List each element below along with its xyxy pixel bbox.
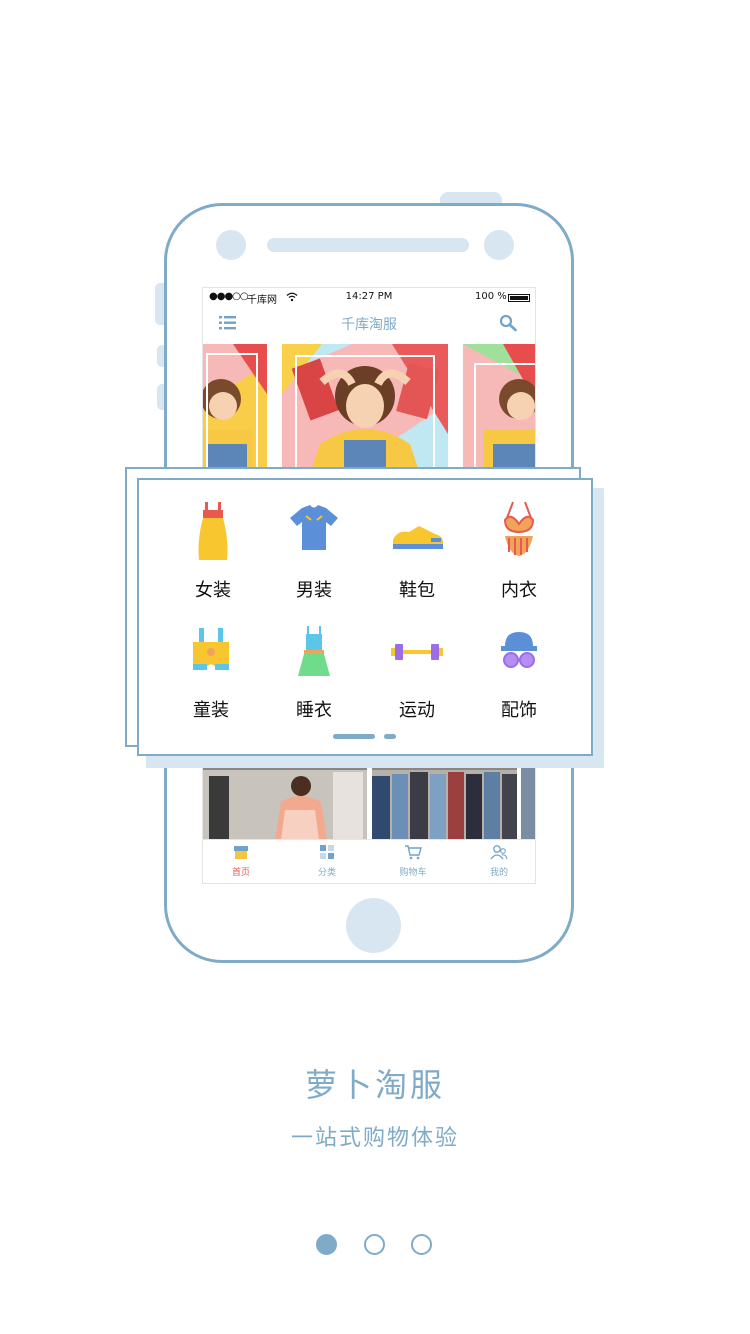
shoe-icon <box>393 526 443 549</box>
product-thumb[interactable] <box>521 758 535 840</box>
tab-label: 分类 <box>317 868 336 878</box>
tab-category[interactable]: 分类 <box>297 844 357 878</box>
tab-label: 我的 <box>489 868 508 878</box>
banner-slide-main[interactable] <box>282 344 448 474</box>
cart-icon <box>405 845 422 860</box>
grid-icon <box>320 845 334 859</box>
tab-home[interactable]: 首页 <box>211 844 271 878</box>
hat-glasses-icon <box>501 632 537 668</box>
product-thumb[interactable] <box>372 758 517 840</box>
dress-icon <box>198 502 228 560</box>
dumbbell-icon <box>391 644 443 660</box>
kids-overall-icon <box>193 628 229 670</box>
category-sports[interactable]: 运动 <box>367 620 467 722</box>
tab-label: 购物车 <box>399 868 427 878</box>
category-sleepwear[interactable]: 睡衣 <box>264 620 364 722</box>
category-label: 鞋包 <box>399 580 435 601</box>
product-strip <box>203 758 535 840</box>
battery-icon <box>508 294 530 302</box>
category-label: 童装 <box>193 700 229 721</box>
tshirt-icon <box>290 505 338 550</box>
category-label: 睡衣 <box>296 700 332 721</box>
phone-sensor <box>484 230 514 260</box>
category-label: 内衣 <box>501 580 537 601</box>
banner-slide-left[interactable] <box>203 344 267 474</box>
category-underwear[interactable]: 内衣 <box>469 500 569 602</box>
tab-label: 首页 <box>231 868 250 878</box>
tab-profile[interactable]: 我的 <box>469 844 529 878</box>
phone-camera <box>216 230 246 260</box>
banner-slide-right[interactable] <box>463 344 535 474</box>
page-dot-2[interactable] <box>364 1234 385 1255</box>
page-dot-1[interactable] <box>316 1234 337 1255</box>
category-menswear[interactable]: 男装 <box>264 500 364 602</box>
nightdress-icon <box>298 626 330 676</box>
status-bar: ●●●○○ 千库网 14:27 PM 100 % <box>203 288 535 306</box>
tab-cart[interactable]: 购物车 <box>383 844 443 878</box>
bikini-icon <box>503 501 535 556</box>
product-thumb[interactable] <box>203 758 367 840</box>
home-icon <box>234 846 248 859</box>
battery-percent: 100 % <box>475 291 507 302</box>
category-womenswear[interactable]: 女装 <box>163 500 263 602</box>
category-label: 运动 <box>399 700 435 721</box>
category-shoes-bags[interactable]: 鞋包 <box>367 500 467 602</box>
app-nav-title: 千库淘服 <box>341 317 397 333</box>
carousel-indicator-active <box>333 734 375 739</box>
phone-home-button <box>346 898 401 953</box>
search-icon[interactable] <box>499 314 517 332</box>
page-dot-3[interactable] <box>411 1234 432 1255</box>
category-label: 女装 <box>195 580 231 601</box>
app-nav-bar: 千库淘服 <box>203 306 535 342</box>
user-icon <box>490 845 508 860</box>
category-kidswear[interactable]: 童装 <box>161 620 261 722</box>
category-card: 女装 男装 鞋包 内衣 童装 睡衣 运动 配饰 <box>137 478 593 756</box>
phone-speaker <box>267 238 469 252</box>
category-accessories[interactable]: 配饰 <box>469 620 569 722</box>
app-name-title: 萝卜淘服 <box>304 1066 445 1104</box>
category-label: 配饰 <box>501 700 537 721</box>
app-tagline: 一站式购物体验 <box>290 1126 459 1151</box>
category-label: 男装 <box>296 580 332 601</box>
bottom-tab-bar: 首页 分类 购物车 我的 <box>203 839 535 883</box>
carousel-indicator <box>384 734 396 739</box>
